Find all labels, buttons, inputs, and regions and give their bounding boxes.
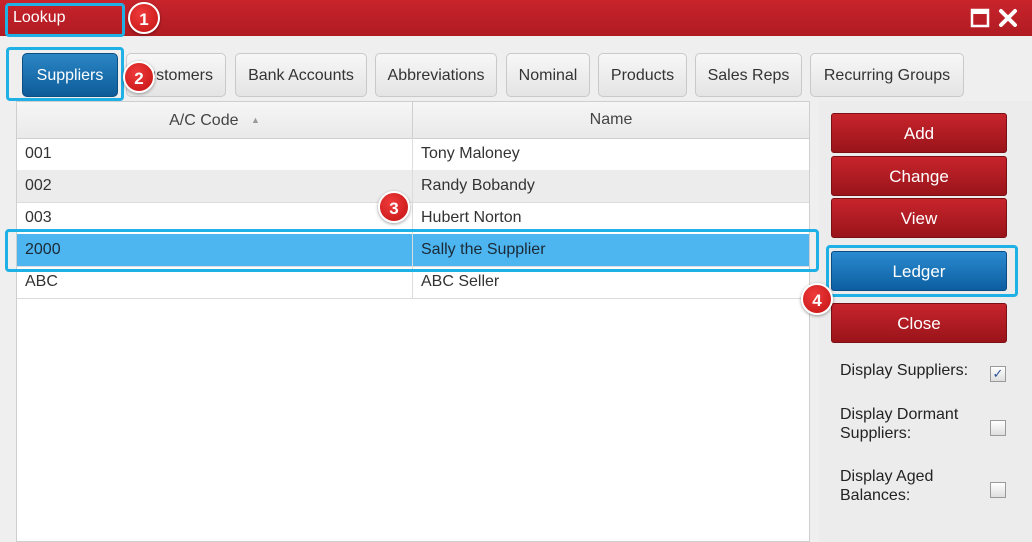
tab-sales-reps[interactable]: Sales Reps [695,53,802,97]
display-suppliers-label: Display Suppliers: [840,362,969,379]
table-header: A/C Code ▲ Name [17,102,809,139]
table-row[interactable]: 001 Tony Maloney [17,138,809,171]
display-dormant-label-line2: Suppliers: [840,425,912,442]
checkmark-icon: ✓ [992,366,1004,381]
view-button[interactable]: View [831,198,1007,238]
display-aged-label-line1: Display Aged [840,468,934,485]
close-button[interactable]: Close [831,303,1007,343]
cell-divider [412,170,413,202]
highlight-title [5,3,125,37]
cell-code: 002 [25,177,52,194]
step-marker-1: 1 [128,2,160,34]
tab-abbreviations[interactable]: Abbreviations [375,53,497,97]
cell-name: Tony Maloney [421,145,520,162]
display-dormant-label-line1: Display Dormant [840,406,959,423]
column-header-name[interactable]: Name [413,102,809,138]
step-marker-3: 3 [378,191,410,223]
tab-bank-accounts[interactable]: Bank Accounts [235,53,367,97]
column-header-ac-code[interactable]: A/C Code ▲ [17,102,412,138]
tab-products[interactable]: Products [598,53,687,97]
highlight-selected-row [5,229,819,272]
table-row[interactable]: 002 Randy Bobandy [17,170,809,203]
lookup-table: A/C Code ▲ Name 001 Tony Maloney 002 Ran… [16,101,810,542]
sort-ascending-icon: ▲ [250,115,260,125]
step-marker-4: 4 [801,283,833,315]
add-button[interactable]: Add [831,113,1007,153]
cell-divider [412,138,413,170]
display-aged-checkbox[interactable] [990,482,1006,498]
display-aged-label-line2: Balances: [840,487,911,504]
column-header-label: A/C Code [169,112,239,129]
highlight-ledger-button [826,245,1018,297]
display-aged-label: Display Aged Balances: [840,467,933,505]
display-dormant-checkbox[interactable] [990,420,1006,436]
tab-recurring-groups[interactable]: Recurring Groups [810,53,964,97]
display-suppliers-checkbox[interactable]: ✓ [990,366,1006,382]
cell-code: 001 [25,145,52,162]
close-icon[interactable] [998,8,1018,28]
maximize-icon[interactable] [970,8,990,28]
highlight-suppliers-tab [6,47,124,101]
step-marker-2: 2 [123,61,155,93]
display-dormant-label: Display Dormant Suppliers: [840,405,958,443]
change-button[interactable]: Change [831,156,1007,196]
tab-nominal[interactable]: Nominal [506,53,590,97]
cell-name: Randy Bobandy [421,177,535,194]
